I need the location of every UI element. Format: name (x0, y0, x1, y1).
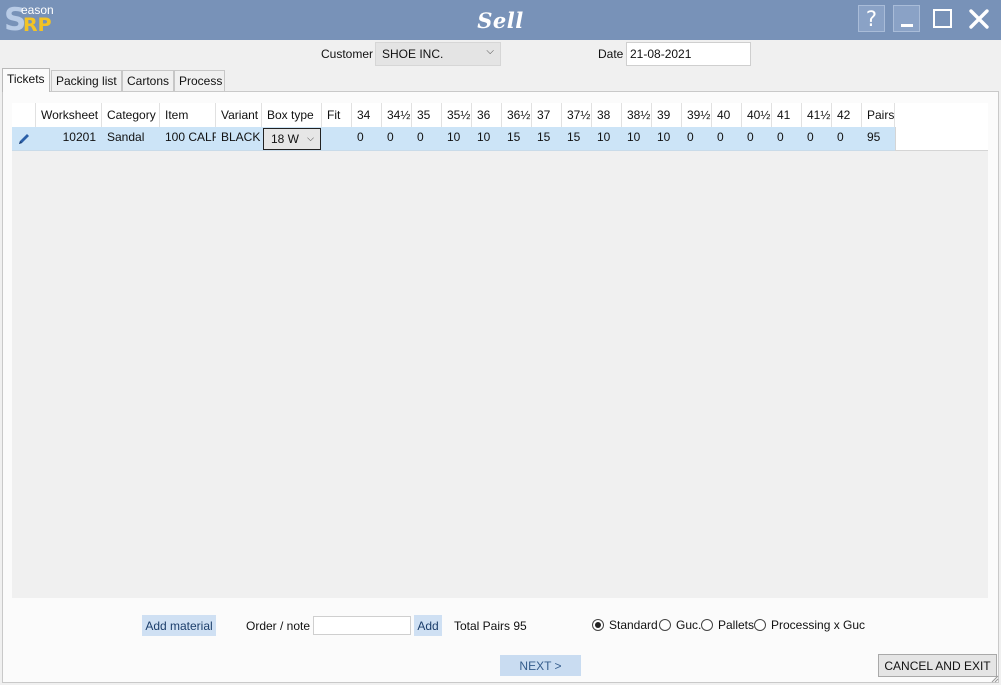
radio-label: Pallets (718, 618, 755, 632)
cancel-and-exit-button[interactable]: CANCEL AND EXIT (878, 654, 997, 677)
cell-size-qty: 15 (507, 130, 521, 144)
column-header-size[interactable]: 36 (472, 103, 502, 127)
column-header-item[interactable]: Item (160, 103, 216, 127)
cell-pairs: 95 (867, 130, 881, 144)
cell-size-qty: 0 (357, 130, 364, 144)
customer-value: SHOE INC. (382, 47, 444, 61)
column-header-size[interactable]: 41 (772, 103, 802, 127)
table-row[interactable]: 10201 Sandal 100 CALF BLACK 18 W ⌵ 0 0 0… (12, 127, 988, 151)
row-empty-area (895, 127, 988, 151)
cell-size-qty: 0 (777, 130, 784, 144)
column-header-variant[interactable]: Variant (216, 103, 262, 127)
column-header-size[interactable]: 34 (352, 103, 382, 127)
order-note-input[interactable] (313, 616, 411, 635)
column-header-size[interactable]: 39 (652, 103, 682, 127)
chevron-down-icon: ⌵ (307, 133, 314, 143)
column-header-worksheet[interactable]: Worksheet (36, 103, 102, 127)
order-note-label: Order / note (246, 619, 311, 633)
total-pairs-label: Total Pairs 95 (454, 619, 527, 633)
cell-size-qty: 0 (837, 130, 844, 144)
cell-size-qty: 10 (657, 130, 671, 144)
cell-size-qty: 10 (447, 130, 461, 144)
cell-size-qty: 10 (477, 130, 491, 144)
edit-row-button[interactable] (12, 127, 36, 151)
help-button[interactable]: ? (858, 5, 885, 32)
column-header-pairs[interactable]: Pairs (862, 103, 895, 127)
radio-label: Standard (609, 618, 658, 632)
box-type-value: 18 W (271, 132, 300, 146)
cell-size-qty: 0 (717, 130, 724, 144)
column-header-size[interactable]: 35½ (442, 103, 472, 127)
chevron-down-icon: ⌵ (486, 46, 494, 57)
pencil-icon (19, 134, 29, 144)
next-button[interactable]: NEXT > (500, 655, 581, 676)
column-header-size[interactable]: 34½ (382, 103, 412, 127)
radio-label: Guc. (676, 618, 702, 632)
radio-guc[interactable]: Guc. (659, 618, 701, 632)
radio-label: Processing x Guc (771, 618, 866, 632)
radio-pallets[interactable]: Pallets (701, 618, 754, 632)
grid-header-row: Worksheet Category Item Variant Box type… (12, 103, 988, 127)
cell-size-qty: 0 (807, 130, 814, 144)
close-button[interactable] (965, 5, 992, 32)
cell-size-qty: 10 (597, 130, 611, 144)
box-type-dropdown[interactable]: 18 W ⌵ (263, 128, 321, 150)
resize-grip-icon[interactable] (991, 675, 999, 683)
cell-size-qty: 10 (627, 130, 641, 144)
maximize-icon (933, 9, 952, 28)
column-header-edit (12, 103, 36, 127)
cell-size-qty: 0 (687, 130, 694, 144)
title-bar: S eason RP Sell ? (0, 0, 1001, 40)
add-material-button[interactable]: Add material (142, 615, 216, 636)
cell-variant: BLACK (221, 130, 261, 144)
close-icon (968, 8, 989, 29)
radio-indicator (754, 619, 766, 631)
tickets-grid: Worksheet Category Item Variant Box type… (12, 103, 988, 598)
column-header-fit[interactable]: Fit (322, 103, 352, 127)
column-header-size[interactable]: 36½ (502, 103, 532, 127)
tab-process[interactable]: Process (174, 70, 225, 91)
cell-fit (322, 127, 352, 151)
radio-processing-x-guc[interactable]: Processing x Guc (754, 618, 865, 632)
column-header-size[interactable]: 40 (712, 103, 742, 127)
tab-cartons[interactable]: Cartons (122, 70, 174, 91)
cell-item: 100 CALF (165, 130, 216, 144)
radio-standard[interactable]: Standard (592, 618, 658, 632)
radio-indicator (592, 619, 604, 631)
tab-tickets[interactable]: Tickets (2, 68, 50, 92)
column-header-size[interactable]: 38 (592, 103, 622, 127)
customer-dropdown[interactable]: SHOE INC. ⌵ (375, 42, 501, 66)
maximize-button[interactable] (929, 5, 956, 32)
radio-indicator (659, 619, 671, 631)
cell-size-qty: 0 (387, 130, 394, 144)
column-header-category[interactable]: Category (102, 103, 160, 127)
cell-size-qty: 0 (747, 130, 754, 144)
cell-category: Sandal (107, 130, 145, 144)
radio-indicator (701, 619, 713, 631)
column-header-size[interactable]: 37½ (562, 103, 592, 127)
cell-worksheet: 10201 (62, 130, 96, 144)
cell-size-qty: 15 (537, 130, 551, 144)
tab-packing-list[interactable]: Packing list (51, 70, 122, 91)
column-header-box-type[interactable]: Box type (262, 103, 322, 127)
column-header-size[interactable]: 38½ (622, 103, 652, 127)
minimize-icon (900, 24, 913, 27)
date-input[interactable] (626, 42, 751, 66)
column-header-size[interactable]: 40½ (742, 103, 772, 127)
column-header-size[interactable]: 42 (832, 103, 862, 127)
column-header-size[interactable]: 39½ (682, 103, 712, 127)
window-title: Sell (477, 8, 524, 33)
column-header-size[interactable]: 35 (412, 103, 442, 127)
cell-size-qty: 15 (567, 130, 581, 144)
date-label: Date (598, 47, 624, 61)
customer-label: Customer (321, 47, 374, 61)
help-icon: ? (865, 6, 878, 31)
minimize-button[interactable] (893, 5, 920, 32)
cell-size-qty: 0 (417, 130, 424, 144)
column-header-size[interactable]: 37 (532, 103, 562, 127)
add-note-button[interactable]: Add (414, 615, 442, 636)
column-header-size[interactable]: 41½ (802, 103, 832, 127)
